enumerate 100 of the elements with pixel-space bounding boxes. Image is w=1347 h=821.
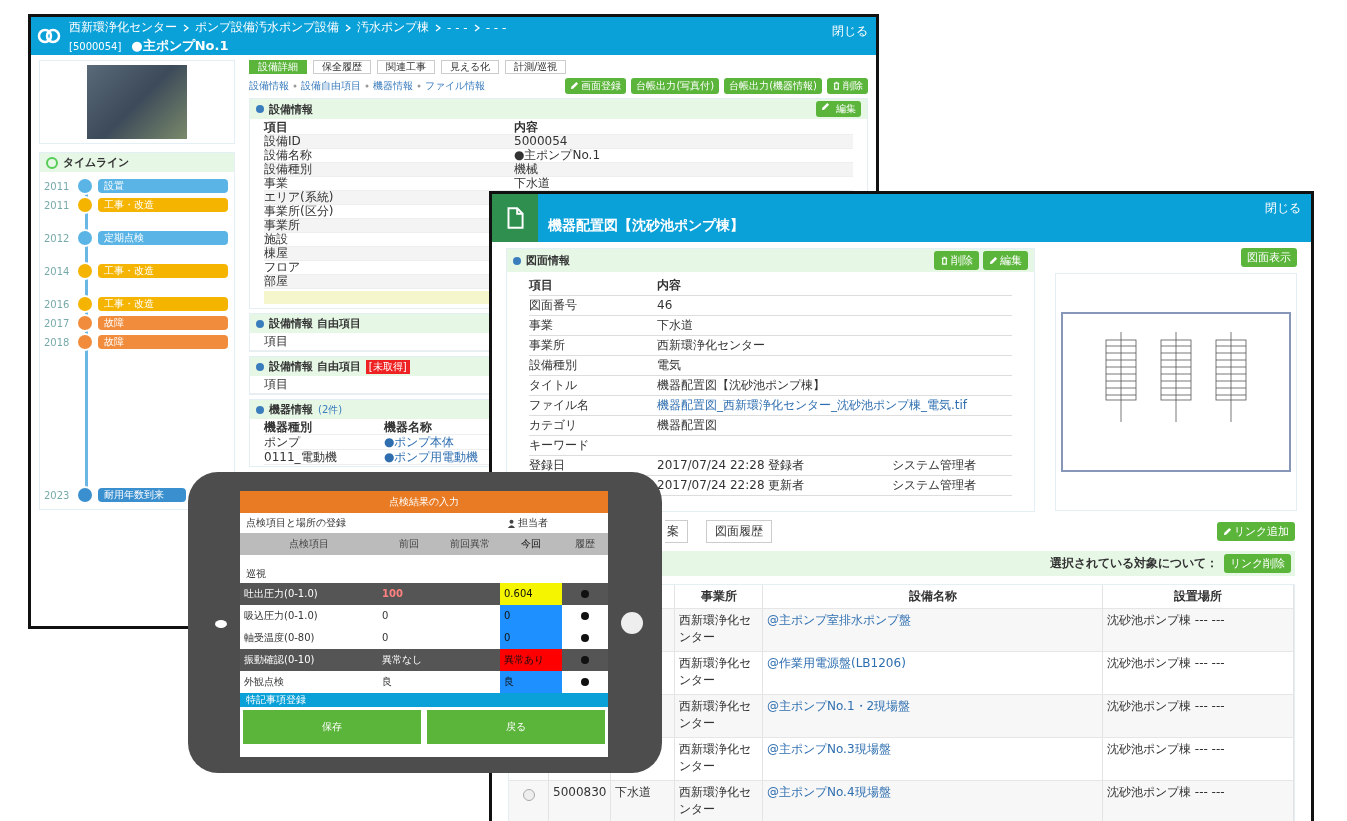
table-cell: 沈砂池ポンプ棟 ‐‐‐ ‐‐‐: [1103, 695, 1294, 737]
reading-cell[interactable]: 0: [500, 605, 562, 627]
breadcrumb-link[interactable]: ポンプ設備汚水ポンプ設備: [195, 19, 339, 36]
radio-button[interactable]: [522, 789, 535, 801]
history-dot-icon[interactable]: [581, 634, 589, 642]
history-dot-icon[interactable]: [581, 678, 589, 686]
anchor-link[interactable]: ファイル情報: [425, 79, 485, 93]
table-cell-text: 良: [381, 675, 393, 689]
pencil-icon: [570, 81, 580, 90]
equipment-link[interactable]: @主ポンプ室排水ポンプ盤: [767, 613, 911, 627]
notes-bar[interactable]: 特記事項登録: [240, 693, 608, 707]
table-cell-text: 46: [657, 297, 673, 314]
equipment-link[interactable]: @作業用電源盤(LB1206): [767, 656, 906, 670]
action-button[interactable]: 台帳出力(機器情報): [724, 78, 822, 94]
table-cell-text: 登録日: [529, 457, 566, 474]
table-cell-text: ●主ポンプNo.1: [514, 149, 602, 162]
equipment-link[interactable]: @主ポンプNo.4現場盤: [767, 785, 891, 799]
tab[interactable]: 計測/巡視: [505, 60, 567, 74]
tab[interactable]: 案: [665, 520, 688, 543]
action-button[interactable]: 台帳出力(写真付): [631, 78, 720, 94]
timeline-event[interactable]: 定期点検: [98, 231, 228, 245]
tab[interactable]: 見える化: [441, 60, 499, 74]
table-cell-text: 設備ID: [264, 135, 302, 148]
remove-link-button[interactable]: リンク削除: [1224, 554, 1291, 573]
delete-button[interactable]: 削除: [934, 251, 979, 270]
tab[interactable]: 関連工事: [377, 60, 435, 74]
show-drawing-button[interactable]: 図面表示: [1241, 248, 1297, 267]
section-title: 機器情報: [269, 402, 313, 417]
home-button[interactable]: [621, 612, 643, 634]
section-title: 設備情報 自由項目: [269, 316, 361, 331]
timeline-event[interactable]: 工事・改造: [98, 297, 228, 311]
timeline-year: 2011: [44, 180, 71, 192]
timeline-event[interactable]: 耐用年数到来: [98, 488, 186, 502]
table-cell-text: 0111_電動機: [264, 450, 338, 464]
table-cell: 西新環浄化センター: [675, 609, 763, 651]
history-dot-icon[interactable]: [581, 612, 589, 620]
table-cell-text: 事業所: [529, 337, 566, 354]
trash-icon: [832, 81, 841, 90]
table-cell: 沈砂池ポンプ棟 ‐‐‐ ‐‐‐: [1103, 781, 1294, 821]
reading-cell[interactable]: 0: [500, 627, 562, 649]
reading-cell[interactable]: 異常あり: [500, 649, 562, 671]
action-button[interactable]: 画面登録: [565, 78, 627, 94]
breadcrumb-link[interactable]: - - -: [485, 20, 507, 35]
column-header: 内容: [657, 277, 681, 294]
table-cell-text: 棟屋: [264, 247, 289, 260]
timeline-event[interactable]: 工事・改造: [98, 198, 228, 212]
timeline-event[interactable]: 故障: [98, 316, 228, 330]
history-dot-icon[interactable]: [581, 590, 589, 598]
add-link-button[interactable]: リンク追加: [1217, 522, 1295, 541]
file-link[interactable]: 機器配置図_西新環浄化センター_沈砂池ポンプ棟_電気.tif: [657, 396, 968, 415]
action-button[interactable]: 削除: [827, 78, 868, 94]
breadcrumb-link[interactable]: 汚水ポンプ棟: [357, 19, 429, 36]
section-title: タイムライン: [63, 155, 129, 170]
tablet-button[interactable]: 保存: [243, 710, 421, 744]
table-cell-text: 吸込圧力(0-1.0): [243, 609, 319, 623]
anchor-link[interactable]: 設備自由項目: [301, 79, 361, 93]
timeline-event[interactable]: 設置: [98, 179, 228, 193]
table-cell-text: 図面番号: [529, 297, 578, 314]
equipment-link[interactable]: @主ポンプNo.1・2現場盤: [767, 699, 911, 713]
tab[interactable]: 保全履歴: [313, 60, 371, 74]
anchor-link[interactable]: 設備情報: [249, 79, 289, 93]
table-cell: 沈砂池ポンプ棟 ‐‐‐ ‐‐‐: [1103, 738, 1294, 780]
history-dot-icon[interactable]: [581, 656, 589, 664]
tab[interactable]: 設備詳細: [249, 60, 307, 74]
anchor-link[interactable]: 機器情報: [373, 79, 413, 93]
breadcrumb-link[interactable]: 西新環浄化センター: [69, 19, 177, 36]
selection-label: 選択されている対象について：: [1050, 555, 1218, 572]
timeline-event[interactable]: 工事・改造: [98, 264, 228, 278]
close-link[interactable]: 閉じる: [1265, 200, 1301, 217]
table-cell-text: 機器配置図【沈砂池ポンプ棟】: [657, 377, 825, 394]
document-icon: [492, 194, 538, 242]
timeline-year: 2012: [44, 232, 71, 244]
edit-button[interactable]: 編集: [983, 251, 1028, 270]
close-link[interactable]: 閉じる: [832, 23, 868, 40]
reading-cell[interactable]: 0.604: [500, 583, 562, 605]
edit-button[interactable]: 編集: [816, 101, 861, 117]
tab[interactable]: 図面履歴: [706, 520, 772, 543]
person-icon: [507, 518, 516, 528]
user-label: 担当者: [518, 516, 548, 530]
window-title: ●主ポンプNo.1: [131, 37, 229, 55]
breadcrumb-link[interactable]: - - -: [447, 20, 468, 35]
table-cell-text: 事業所(区分): [264, 205, 335, 218]
timeline-year: 2017: [44, 317, 71, 329]
timeline-event[interactable]: 故障: [98, 335, 228, 349]
table-cell-text: 事業所: [264, 219, 301, 232]
table-cell: 西新環浄化センター: [675, 695, 763, 737]
column-header: 設置場所: [1103, 585, 1294, 608]
table-cell-text: 機械: [514, 163, 539, 176]
tablet-button[interactable]: 戻る: [427, 710, 605, 744]
table-cell-text: 下水道: [514, 177, 551, 190]
info-icon: [513, 256, 521, 265]
equipment-link[interactable]: @主ポンプNo.3現場盤: [767, 742, 891, 756]
table-cell-text: 下水道: [657, 317, 693, 334]
timeline-year: 2023: [44, 489, 71, 501]
table-cell: 西新環浄化センター: [675, 738, 763, 780]
table-cell: 西新環浄化センター: [675, 781, 763, 821]
chevron-icon: [473, 23, 480, 32]
table-cell-text: ファイル名: [529, 397, 590, 414]
reading-cell[interactable]: 良: [500, 671, 562, 693]
table-cell-text: 異常なし: [381, 653, 423, 667]
